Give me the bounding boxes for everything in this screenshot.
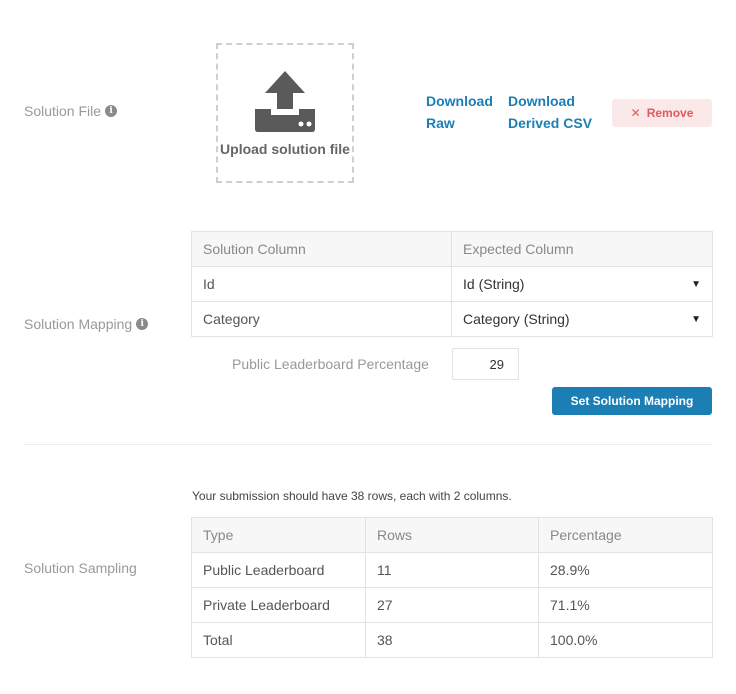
expected-column-select[interactable]: Category (String) ▼ xyxy=(451,301,713,337)
remove-button[interactable]: ✕ Remove xyxy=(612,99,712,127)
download-derived-csv-link[interactable]: Download Derived CSV xyxy=(508,90,604,134)
table-row: Category Category (String) ▼ xyxy=(191,301,713,337)
solution-sampling-label-text: Solution Sampling xyxy=(24,560,137,576)
dropdown-arrow-icon: ▼ xyxy=(691,278,701,290)
column-header: Percentage xyxy=(538,517,713,553)
percentage-cell: 100.0% xyxy=(538,622,713,658)
column-header: Expected Column xyxy=(451,231,713,267)
select-value: Category (String) xyxy=(463,311,570,327)
solution-mapping-table: Solution Column Expected Column Id Id (S… xyxy=(191,231,713,337)
public-leaderboard-percentage-label: Public Leaderboard Percentage xyxy=(232,356,429,372)
table-row: Public Leaderboard 11 28.9% xyxy=(191,552,713,588)
submission-note: Your submission should have 38 rows, eac… xyxy=(192,489,512,503)
info-icon[interactable]: i xyxy=(105,105,118,117)
column-header: Rows xyxy=(365,517,539,553)
dropdown-arrow-icon: ▼ xyxy=(691,313,701,325)
set-solution-mapping-button[interactable]: Set Solution Mapping xyxy=(552,387,712,415)
rows-cell: 11 xyxy=(365,552,539,588)
table-header-row: Type Rows Percentage xyxy=(191,517,713,553)
percentage-cell: 28.9% xyxy=(538,552,713,588)
select-value: Id (String) xyxy=(463,276,525,292)
section-divider xyxy=(24,444,712,445)
solution-column-cell: Id xyxy=(191,266,452,302)
table-row: Total 38 100.0% xyxy=(191,622,713,658)
type-cell: Total xyxy=(191,622,366,658)
public-leaderboard-percentage-input[interactable] xyxy=(452,348,519,380)
column-header: Solution Column xyxy=(191,231,452,267)
solution-mapping-label-text: Solution Mapping xyxy=(24,316,133,332)
solution-mapping-label: Solution Mapping i xyxy=(24,316,149,332)
upload-solution-label: Upload solution file xyxy=(220,141,350,157)
remove-button-label: Remove xyxy=(646,106,694,120)
close-icon: ✕ xyxy=(630,106,641,120)
type-cell: Public Leaderboard xyxy=(191,552,366,588)
solution-sampling-label: Solution Sampling xyxy=(24,560,137,576)
rows-cell: 38 xyxy=(365,622,539,658)
expected-column-select[interactable]: Id (String) ▼ xyxy=(451,266,713,302)
solution-sampling-table: Type Rows Percentage Public Leaderboard … xyxy=(191,517,713,658)
upload-solution-dropzone[interactable]: Upload solution file xyxy=(216,43,354,183)
rows-cell: 27 xyxy=(365,587,539,623)
solution-column-cell: Category xyxy=(191,301,452,337)
download-raw-link[interactable]: Download Raw xyxy=(426,90,502,134)
column-header: Type xyxy=(191,517,366,553)
table-header-row: Solution Column Expected Column xyxy=(191,231,713,267)
info-icon[interactable]: i xyxy=(136,318,149,330)
table-row: Id Id (String) ▼ xyxy=(191,266,713,302)
upload-icon xyxy=(255,71,315,132)
type-cell: Private Leaderboard xyxy=(191,587,366,623)
solution-file-label-text: Solution File xyxy=(24,103,102,119)
solution-file-label: Solution File i xyxy=(24,103,118,119)
percentage-cell: 71.1% xyxy=(538,587,713,623)
table-row: Private Leaderboard 27 71.1% xyxy=(191,587,713,623)
